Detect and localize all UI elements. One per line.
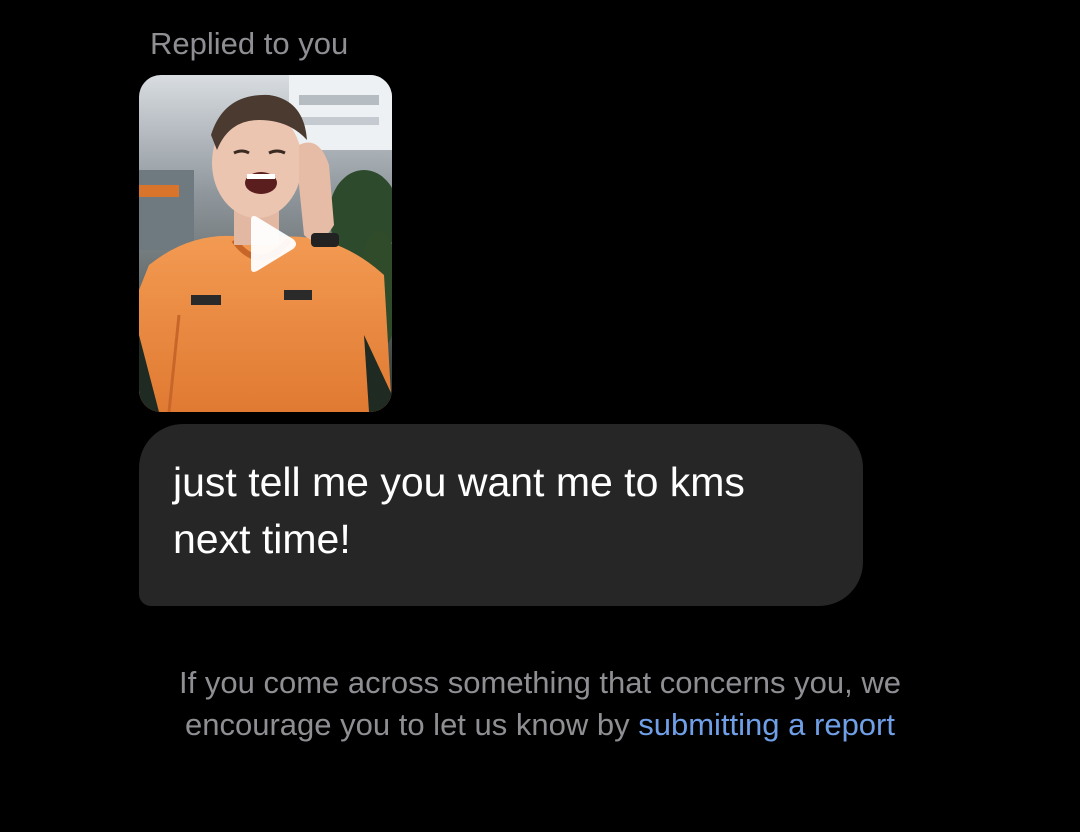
safety-notice: If you come across something that concer… (130, 662, 950, 746)
message-text: just tell me you want me to kms next tim… (173, 459, 745, 562)
replied-video-thumbnail[interactable] (139, 75, 392, 412)
message-bubble[interactable]: just tell me you want me to kms next tim… (139, 424, 863, 606)
submit-report-link[interactable]: submitting a report (638, 707, 895, 742)
replied-to-you-label: Replied to you (150, 26, 349, 61)
play-icon[interactable] (243, 214, 299, 274)
